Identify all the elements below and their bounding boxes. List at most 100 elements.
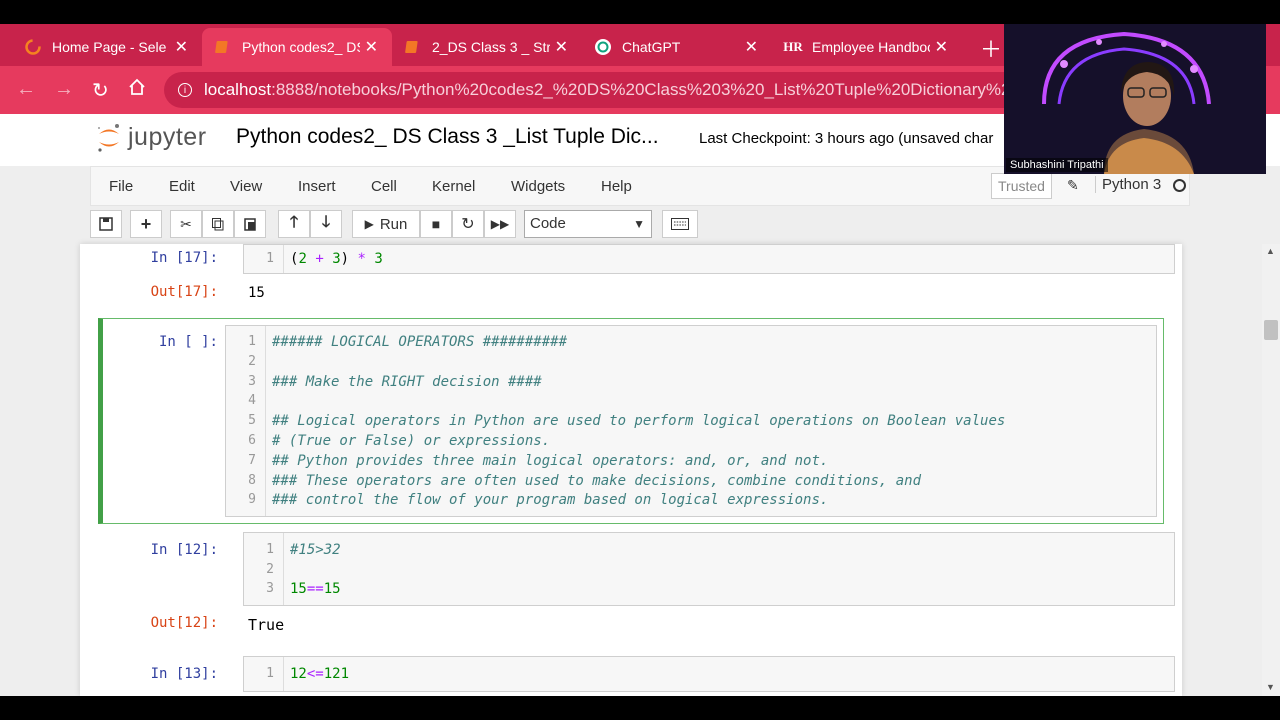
code-line: 12<=121 xyxy=(290,666,350,682)
presenter-video-image xyxy=(1004,24,1266,174)
tab-home-page[interactable]: Home Page - Sele ✕ xyxy=(12,28,202,66)
input-prompt: In [13]: xyxy=(150,666,218,682)
scrollbar-thumb[interactable] xyxy=(1264,320,1278,340)
jupyter-orb-icon xyxy=(96,122,122,152)
tab-close-icon[interactable]: ✕ xyxy=(745,37,758,57)
presenter-name: Subhashini Tripathi xyxy=(1006,158,1108,172)
cell-input[interactable]: 1 ###### LOGICAL OPERATORS ########## 2 3 ##… xyxy=(225,325,1157,517)
cell-type-select[interactable]: Code ▼ xyxy=(524,210,652,238)
cell-input[interactable]: 1 (2 + 3) * 3 xyxy=(243,244,1175,274)
line-number: 4 xyxy=(248,393,256,409)
line-number: 3 xyxy=(248,373,256,389)
menu-widgets[interactable]: Widgets xyxy=(511,178,565,195)
reload-icon[interactable]: ↻ xyxy=(92,78,109,103)
line-number: 1 xyxy=(266,666,274,681)
code-cell[interactable]: In [12]: 1 2 3 #15>32 15==15 Out[12]: Tr… xyxy=(98,532,1175,642)
input-prompt: In [ ]: xyxy=(158,334,218,350)
run-button[interactable]: ▶ Run xyxy=(352,210,420,238)
code-line: ## Python provides three main logical op… xyxy=(272,452,829,469)
tab-title: ChatGPT xyxy=(622,39,681,55)
menu-kernel[interactable]: Kernel xyxy=(432,178,475,195)
bottom-black-bar xyxy=(0,696,1280,720)
paste-icon[interactable] xyxy=(234,210,266,238)
menu-file[interactable]: File xyxy=(109,178,133,195)
line-number: 1 xyxy=(266,251,274,266)
jupyter-book-icon xyxy=(214,38,232,56)
scroll-up-arrow-icon[interactable]: ▲ xyxy=(1266,246,1275,256)
move-up-arrow-icon[interactable]: 🡑 xyxy=(278,210,310,238)
tab-close-icon[interactable]: ✕ xyxy=(935,37,948,57)
cell-input[interactable]: 1 2 3 #15>32 15==15 xyxy=(243,532,1175,606)
checkpoint-status: Last Checkpoint: 3 hours ago (unsaved ch… xyxy=(699,130,994,147)
code-cell[interactable]: In [13]: 1 12<=121 xyxy=(98,656,1175,696)
tab-python-codes2[interactable]: Python codes2_ DS ✕ xyxy=(202,28,392,66)
save-icon[interactable] xyxy=(90,210,122,238)
move-down-arrow-icon[interactable]: 🡓 xyxy=(310,210,342,238)
menu-edit[interactable]: Edit xyxy=(169,178,195,195)
play-icon: ▶ xyxy=(364,217,374,231)
jupyter-wordmark: jupyter xyxy=(128,122,207,151)
tab-title: Employee Handboo xyxy=(812,39,930,55)
line-number: 5 xyxy=(248,413,256,429)
back-arrow-icon[interactable]: ← xyxy=(16,78,36,101)
scroll-down-arrow-icon[interactable]: ▼ xyxy=(1266,682,1275,692)
pencil-icon[interactable]: ✎ xyxy=(1067,177,1079,194)
cell-type-value: Code xyxy=(530,215,566,232)
line-number: 2 xyxy=(248,353,256,369)
url-host: localhost xyxy=(204,80,272,99)
cut-icon[interactable]: ✂ xyxy=(170,210,202,238)
tab-employee-handbook[interactable]: HR Employee Handboo ✕ xyxy=(772,28,962,66)
jupyter-page: jupyter Python codes2_ DS Class 3 _List … xyxy=(0,114,1280,696)
menu-insert[interactable]: Insert xyxy=(298,178,336,195)
tab-close-icon[interactable]: ✕ xyxy=(555,37,568,57)
jupyter-logo[interactable]: jupyter xyxy=(96,122,207,152)
page-scrollbar[interactable]: ▲ ▼ xyxy=(1262,244,1280,696)
line-number: 9 xyxy=(248,492,256,508)
notebook-title[interactable]: Python codes2_ DS Class 3 _List Tuple Di… xyxy=(236,125,659,149)
forward-arrow-icon[interactable]: → xyxy=(54,78,74,101)
code-line: ### Make the RIGHT decision #### xyxy=(272,373,542,390)
info-icon[interactable]: i xyxy=(178,83,192,97)
tab-title: Home Page - Sele xyxy=(52,39,167,55)
tab-chatgpt[interactable]: ChatGPT ✕ xyxy=(582,28,772,66)
code-line: ## Logical operators in Python are used … xyxy=(272,413,1006,430)
top-black-bar xyxy=(0,0,1280,24)
cell-input[interactable]: 1 12<=121 xyxy=(243,656,1175,692)
tab-ds-class-3[interactable]: 2_DS Class 3 _ Strir ✕ xyxy=(392,28,582,66)
hr-icon: HR xyxy=(783,39,803,54)
stop-icon[interactable]: ■ xyxy=(420,210,452,238)
code-cell[interactable]: In [17]: 1 (2 + 3) * 3 Out[17]: 15 xyxy=(98,244,1175,308)
fast-forward-icon[interactable]: ▶▶ xyxy=(484,210,516,238)
line-number: 2 xyxy=(266,562,274,577)
output-prompt: Out[12]: xyxy=(150,615,218,631)
tab-title: 2_DS Class 3 _ Strir xyxy=(432,39,550,55)
menu-help[interactable]: Help xyxy=(601,178,632,195)
input-prompt: In [12]: xyxy=(150,542,218,558)
trusted-badge[interactable]: Trusted xyxy=(991,173,1052,199)
menu-view[interactable]: View xyxy=(230,178,262,195)
code-line: ### These operators are often used to ma… xyxy=(272,472,922,489)
insert-cell-plus-icon[interactable]: + xyxy=(130,210,162,238)
run-label: Run xyxy=(379,215,408,233)
menu-cell[interactable]: Cell xyxy=(371,178,397,195)
cell-output: True xyxy=(248,616,285,634)
line-number: 8 xyxy=(248,472,256,488)
code-line: ### control the flow of your program bas… xyxy=(272,492,829,509)
input-prompt: In [17]: xyxy=(150,250,218,266)
url-path: :8888/notebooks/Python%20codes2_%20DS%20… xyxy=(271,80,1072,99)
restart-icon[interactable]: ↻ xyxy=(452,210,484,238)
copy-icon[interactable] xyxy=(202,210,234,238)
tab-close-icon[interactable]: ✕ xyxy=(365,37,378,57)
selected-code-cell[interactable]: In [ ]: 1 ###### LOGICAL OPERATORS ######… xyxy=(98,318,1164,524)
kernel-name: Python 3 xyxy=(1095,176,1161,193)
tab-close-icon[interactable]: ✕ xyxy=(175,37,188,57)
orange-ring-icon xyxy=(24,38,42,56)
keyboard-icon[interactable] xyxy=(662,210,698,238)
cell-output: 15 xyxy=(248,285,265,301)
tab-title: Python codes2_ DS xyxy=(242,39,360,55)
line-number: 7 xyxy=(248,452,256,468)
new-tab-plus-icon[interactable]: ＋ xyxy=(980,32,1002,64)
home-icon[interactable] xyxy=(128,78,146,102)
jupyter-book-icon xyxy=(404,38,422,56)
line-number: 1 xyxy=(266,542,274,557)
